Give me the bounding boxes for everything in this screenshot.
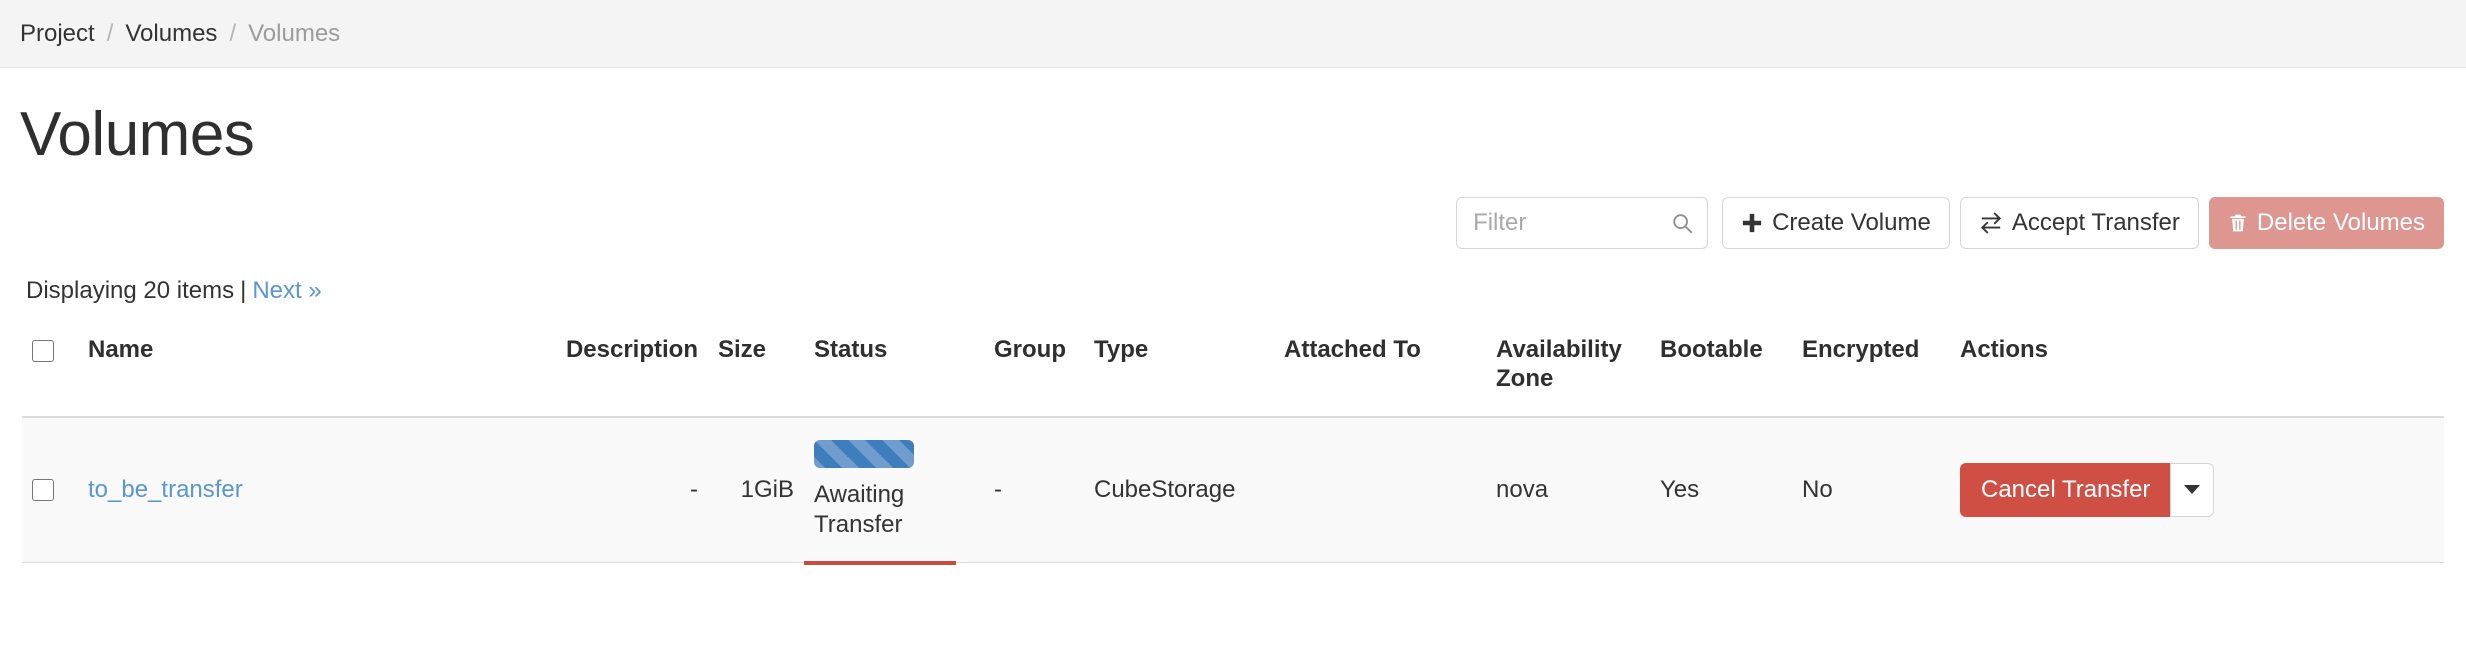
table-body: to_be_transfer - 1GiB Awaiting Transfer … bbox=[22, 416, 2444, 565]
create-volume-label: Create Volume bbox=[1772, 209, 1931, 237]
volumes-table-wrap: Name Description Size Status Group Type … bbox=[22, 335, 2444, 565]
column-header-attached-to[interactable]: Attached To bbox=[1274, 335, 1486, 418]
next-page-link[interactable]: Next » bbox=[252, 277, 321, 304]
cell-actions: Cancel Transfer bbox=[1950, 416, 2444, 563]
volumes-table: Name Description Size Status Group Type … bbox=[22, 335, 2444, 565]
cell-encrypted: No bbox=[1792, 416, 1950, 563]
table-header: Name Description Size Status Group Type … bbox=[22, 335, 2444, 418]
column-header-availability-zone[interactable]: Availability Zone bbox=[1486, 335, 1650, 418]
cell-bootable: Yes bbox=[1650, 416, 1792, 563]
breadcrumb: Project / Volumes / Volumes bbox=[20, 20, 340, 48]
column-header-type[interactable]: Type bbox=[1084, 335, 1274, 418]
table-header-row: Name Description Size Status Group Type … bbox=[22, 335, 2444, 418]
row-select-cell bbox=[22, 416, 78, 563]
accept-transfer-button[interactable]: Accept Transfer bbox=[1959, 197, 2199, 250]
progress-bar-fill bbox=[814, 439, 914, 468]
breadcrumb-separator: / bbox=[106, 19, 114, 47]
column-header-description[interactable]: Description bbox=[458, 335, 708, 418]
cell-status: Awaiting Transfer bbox=[804, 416, 984, 565]
table-row: to_be_transfer - 1GiB Awaiting Transfer … bbox=[22, 416, 2444, 565]
delete-volumes-label: Delete Volumes bbox=[2256, 209, 2425, 237]
cell-description: - bbox=[458, 416, 708, 563]
cell-type: CubeStorage bbox=[1084, 416, 1274, 563]
breadcrumb-item-current: Volumes bbox=[248, 19, 341, 47]
summary-separator: | bbox=[240, 277, 247, 305]
column-header-encrypted[interactable]: Encrypted bbox=[1792, 335, 1950, 418]
delete-volumes-button[interactable]: Delete Volumes bbox=[2208, 197, 2444, 250]
pagination-summary: Displaying 20 items | Next » bbox=[26, 277, 2466, 305]
row-checkbox[interactable] bbox=[32, 479, 54, 502]
cell-availability-zone: nova bbox=[1486, 416, 1650, 563]
create-volume-button[interactable]: Create Volume bbox=[1722, 197, 1950, 250]
chevron-down-icon bbox=[2184, 485, 2201, 495]
transfer-progress-bar bbox=[814, 439, 914, 468]
breadcrumb-item-project[interactable]: Project bbox=[20, 20, 95, 48]
plus-icon bbox=[1741, 212, 1763, 234]
action-button-group: Cancel Transfer bbox=[1960, 462, 2215, 517]
toolbar: Create Volume Accept Transfer Delete Vol… bbox=[0, 197, 2444, 250]
exchange-icon bbox=[1979, 212, 2003, 234]
cell-size: 1GiB bbox=[708, 416, 804, 563]
page-title: Volumes bbox=[20, 100, 255, 169]
select-all-checkbox[interactable] bbox=[32, 339, 54, 362]
cell-group: - bbox=[984, 416, 1084, 563]
column-header-status[interactable]: Status bbox=[804, 335, 984, 418]
column-header-group[interactable]: Group bbox=[984, 335, 1084, 418]
status-label: Awaiting Transfer bbox=[814, 480, 905, 538]
accept-transfer-label: Accept Transfer bbox=[2011, 209, 2180, 237]
column-header-bootable[interactable]: Bootable bbox=[1650, 335, 1792, 418]
column-header-name[interactable]: Name bbox=[78, 335, 458, 418]
select-all-header bbox=[22, 335, 78, 418]
column-header-size[interactable]: Size bbox=[708, 335, 804, 418]
cell-name: to_be_transfer bbox=[78, 416, 458, 563]
cancel-transfer-button[interactable]: Cancel Transfer bbox=[1960, 462, 2171, 517]
breadcrumb-item-volumes[interactable]: Volumes bbox=[125, 20, 217, 48]
status-highlight-underline bbox=[804, 560, 956, 565]
search-input[interactable] bbox=[1456, 197, 1709, 250]
volume-name-link[interactable]: to_be_transfer bbox=[88, 476, 243, 503]
trash-icon bbox=[2228, 212, 2248, 234]
breadcrumb-separator: / bbox=[229, 19, 237, 47]
breadcrumb-bar: Project / Volumes / Volumes bbox=[0, 0, 2466, 68]
column-header-actions: Actions bbox=[1950, 335, 2444, 418]
item-count-text: Displaying 20 items bbox=[26, 277, 235, 305]
filter-field bbox=[1456, 197, 1709, 250]
actions-dropdown-toggle[interactable] bbox=[2170, 462, 2215, 517]
cell-attached-to bbox=[1274, 416, 1486, 563]
